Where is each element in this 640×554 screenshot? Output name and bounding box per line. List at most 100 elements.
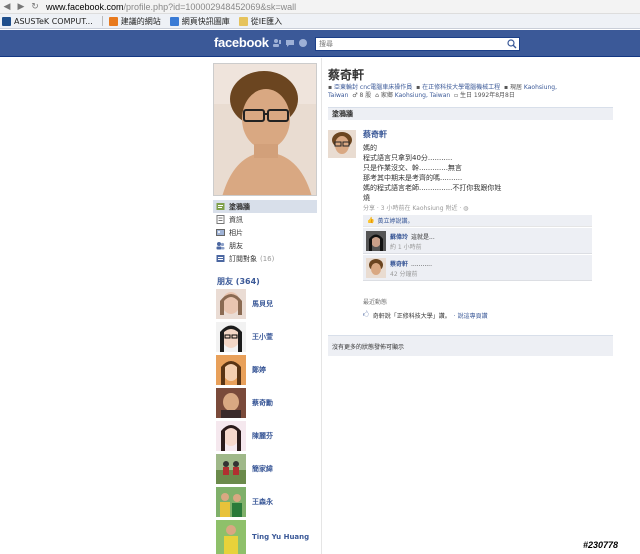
friend-photo[interactable] [216, 454, 246, 484]
bookmark-label: 網頁快訊圖庫 [181, 16, 230, 26]
bookmark-separator [101, 16, 103, 26]
friend-photo[interactable] [216, 388, 246, 418]
bookmarks-bar: ASUSTeK COMPUT... 建議的網站 網頁快訊圖庫 從IE匯入 [0, 14, 640, 29]
photos-icon [216, 229, 225, 236]
post-author-avatar[interactable] [328, 130, 356, 158]
profile-picture[interactable] [213, 63, 317, 196]
recent-activity-item: 🖒 奇軒說「正修科技大學」讚。 · 說這專頁讚 [363, 310, 488, 320]
commenter-avatar[interactable] [366, 258, 386, 278]
post-author[interactable]: 蔡奇軒 [363, 129, 387, 140]
suggested-sites-icon [108, 16, 118, 26]
web-slice-icon [169, 16, 179, 26]
bookmark-label: ASUSTeK COMPUT... [14, 16, 93, 26]
nav-item-subscriptions[interactable]: 訂閱對象 (16) [213, 252, 317, 265]
post-text-line: 只是作業沒交、幹.............無言 [363, 164, 462, 172]
gender-icon: ♂ [352, 92, 358, 99]
friend-item[interactable]: 王森永 [216, 487, 316, 517]
post-text-line: 程式語言只拿到40分........... [363, 154, 453, 162]
recent-activity-text[interactable]: 奇軒說「正修科技大學」讚。 [373, 311, 451, 320]
hometown-link[interactable]: Kaohsiung, Taiwan [395, 92, 450, 99]
wall-icon [216, 203, 225, 210]
nav-label: 資訊 [229, 215, 243, 224]
friends-heading[interactable]: 朋友 (364) [217, 276, 260, 287]
work-info[interactable]: 亞東輪封 cnc電腦車床操作員 [334, 84, 412, 91]
friend-requests-icon[interactable] [272, 38, 282, 48]
hometown-label: 家鄉 [380, 92, 393, 99]
nav-item-friends[interactable]: 朋友 [213, 239, 317, 252]
friend-photo[interactable] [216, 487, 246, 517]
friend-photo[interactable] [216, 289, 246, 319]
school-info[interactable]: 在正修科技大學電腦機械工程 [422, 84, 500, 91]
profile-name[interactable]: 蔡奇軒 [328, 66, 364, 83]
current-city-link[interactable]: Kaohsiung, [524, 84, 557, 91]
profile-nav: 塗鴉牆 資訊 相片 朋友 訂閱對象 (16) [213, 200, 317, 265]
url-host: www.facebook.com [46, 1, 124, 12]
bookmark-folder-ie[interactable]: 從IE匯入 [238, 16, 282, 27]
friend-item[interactable]: 陳麗芬 [216, 421, 316, 451]
commenter-name-link[interactable]: 蘇偉玲 [390, 234, 408, 241]
post-text-line: 那考其中期末是考齊的嗎.......... [363, 174, 463, 182]
friend-photo[interactable] [216, 520, 246, 554]
like-page-icon: 🖒 [363, 311, 369, 318]
folder-icon [238, 16, 248, 26]
nav-item-photos[interactable]: 相片 [213, 226, 317, 239]
school-icon: ▪ [416, 84, 421, 91]
friend-name[interactable]: 蔡奇勳 [252, 398, 273, 408]
bookmark-suggested-sites[interactable]: 建議的網站 [108, 16, 161, 27]
friend-item[interactable]: 馬貝兒 [216, 289, 316, 319]
friend-item[interactable]: Ting Yu Huang [216, 520, 316, 554]
comment-text: ........... [411, 261, 432, 268]
comment: 蔡奇軒........... 42 分鐘前 [363, 255, 592, 281]
url-path: /profile.php?id=100002948452069&sk=wall [123, 1, 297, 12]
friend-name[interactable]: Ting Yu Huang [252, 533, 309, 541]
friend-name[interactable]: 陳麗芬 [252, 431, 273, 441]
friend-item[interactable]: 蔡奇勳 [216, 388, 316, 418]
globe-icon: ◍ [463, 205, 469, 212]
wall-header: 塗鴉牆 [328, 107, 613, 120]
back-icon[interactable]: ◀ [0, 0, 14, 14]
nav-label: 塗鴉牆 [229, 202, 250, 211]
post-meta-text: 分享 · 3 小時前在 Kaohsiung 附近 · [363, 205, 464, 212]
commenter-avatar[interactable] [366, 231, 386, 251]
birthday-icon: ▫ [454, 92, 459, 99]
facebook-logo[interactable]: facebook [214, 35, 269, 50]
subscriptions-icon [216, 255, 225, 262]
friend-name[interactable]: 鄭婷 [252, 365, 266, 375]
likes-text[interactable]: 黃立婷說讚。 [377, 216, 413, 225]
nav-item-wall[interactable]: 塗鴉牆 [213, 200, 317, 213]
watermark-text: #230778 [583, 540, 619, 550]
forward-icon[interactable]: ▶ [14, 0, 28, 14]
comment-time[interactable]: 約 1 小時前 [390, 242, 422, 251]
recent-activity-link[interactable]: · 說這專頁讚 [454, 311, 488, 320]
wall-tab-label[interactable]: 塗鴉牆 [332, 109, 353, 119]
notifications-icon[interactable] [298, 38, 308, 48]
browser-toolbar: ◀ ▶ ↻ www.facebook.com/profile.php?id=10… [0, 0, 640, 14]
friends-icon [216, 242, 225, 250]
post-text-line: 燒 [363, 194, 370, 202]
bookmark-asus[interactable]: ASUSTeK COMPUT... [2, 16, 93, 26]
address-bar[interactable]: www.facebook.com/profile.php?id=10000294… [46, 2, 296, 12]
friend-photo[interactable] [216, 421, 246, 451]
search-input[interactable] [316, 40, 506, 48]
friend-name[interactable]: 簡家緯 [252, 464, 273, 474]
search-icon[interactable] [507, 39, 517, 49]
friend-name[interactable]: 王森永 [252, 497, 273, 507]
friend-item[interactable]: 簡家緯 [216, 454, 316, 484]
comment-time[interactable]: 42 分鐘前 [390, 269, 418, 278]
reload-icon[interactable]: ↻ [28, 0, 42, 14]
info-icon [216, 215, 225, 224]
nav-item-info[interactable]: 資訊 [213, 213, 317, 226]
friend-item[interactable]: 鄭婷 [216, 355, 316, 385]
no-more-stories: 沒有更多的狀態發佈可顯示 [328, 335, 613, 356]
current-city-link-cont[interactable]: Taiwan [328, 92, 348, 99]
friend-name[interactable]: 馬貝兒 [252, 299, 273, 309]
friend-photo[interactable] [216, 322, 246, 352]
nav-label: 訂閱對象 [229, 254, 257, 263]
friend-name[interactable]: 王小萱 [252, 332, 273, 342]
commenter-name-link[interactable]: 蔡奇軒 [390, 261, 408, 268]
comment: 蘇偉玲 這就是... 約 1 小時前 [363, 228, 592, 254]
friend-photo[interactable] [216, 355, 246, 385]
friend-item[interactable]: 王小萱 [216, 322, 316, 352]
bookmark-web-slice[interactable]: 網頁快訊圖庫 [169, 16, 230, 27]
messages-icon[interactable] [285, 38, 295, 48]
